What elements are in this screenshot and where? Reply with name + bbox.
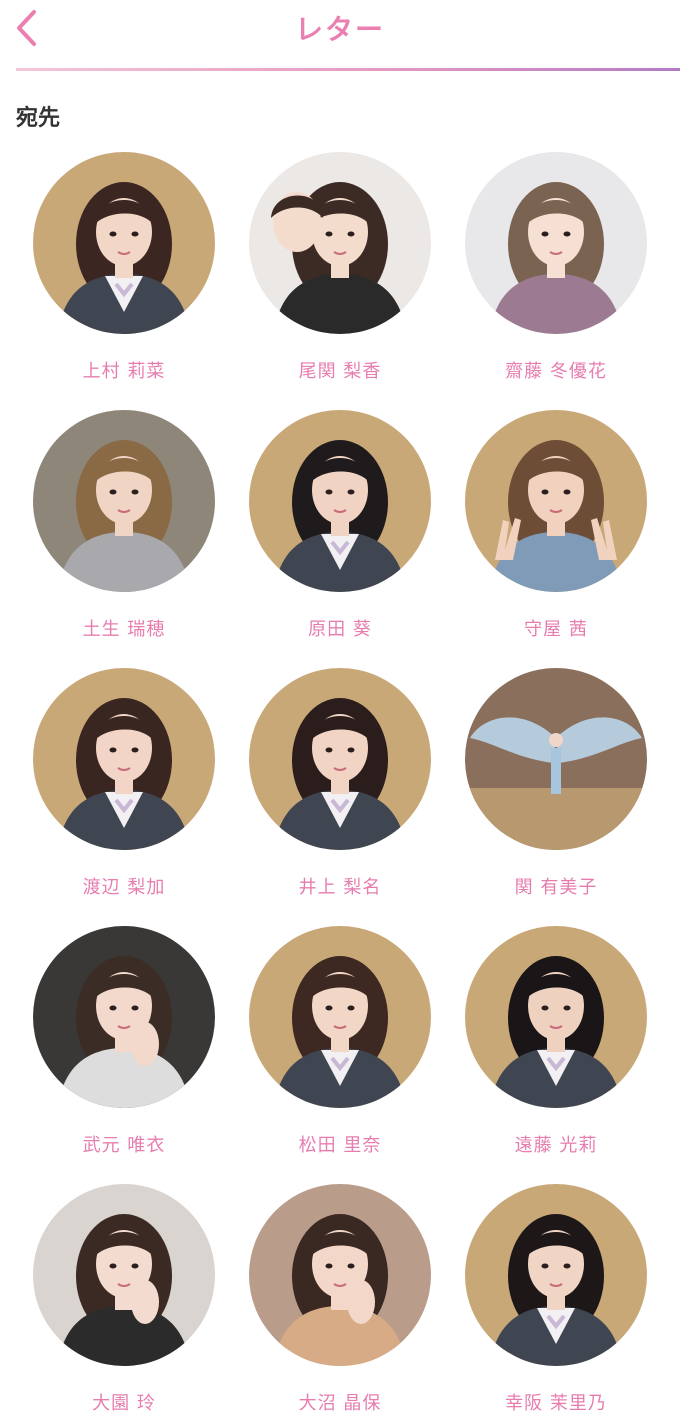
member-avatar[interactable] (465, 410, 647, 592)
member-avatar[interactable] (465, 1184, 647, 1366)
member-card[interactable]: 遠藤 光莉 (448, 926, 664, 1176)
member-name: 大沼 晶保 (298, 1393, 382, 1414)
member-name: 幸阪 茉里乃 (505, 1393, 607, 1414)
member-avatar[interactable] (33, 668, 215, 850)
member-avatar[interactable] (249, 152, 431, 334)
member-card[interactable]: 幸阪 茉里乃 (448, 1184, 664, 1427)
member-card[interactable]: 井上 梨名 (232, 668, 448, 918)
member-avatar[interactable] (33, 1184, 215, 1366)
member-card[interactable]: 武元 唯衣 (16, 926, 232, 1176)
member-avatar[interactable] (33, 926, 215, 1108)
member-card[interactable]: 渡辺 梨加 (16, 668, 232, 918)
member-card[interactable]: 守屋 茜 (448, 410, 664, 660)
member-avatar[interactable] (33, 152, 215, 334)
letter-screen: レター 宛先 上村 莉菜 尾関 梨香 齋藤 冬優花土生 瑞穂 原田 葵 守屋 茜渡辺 梨… (0, 0, 680, 1427)
member-name: 大園 玲 (92, 1393, 156, 1414)
member-name: 関 有美子 (514, 877, 598, 898)
member-card[interactable]: 原田 葵 (232, 410, 448, 660)
member-name: 武元 唯衣 (82, 1135, 166, 1156)
member-card[interactable]: 関 有美子 (448, 668, 664, 918)
member-name: 井上 梨名 (298, 877, 382, 898)
member-name: 齋藤 冬優花 (505, 361, 607, 382)
member-avatar[interactable] (249, 1184, 431, 1366)
member-name: 遠藤 光莉 (514, 1135, 598, 1156)
member-name: 守屋 茜 (524, 619, 588, 640)
member-name: 原田 葵 (308, 619, 372, 640)
member-card[interactable]: 大園 玲 (16, 1184, 232, 1427)
member-name: 松田 里奈 (298, 1135, 382, 1156)
member-card[interactable]: 土生 瑞穂 (16, 410, 232, 660)
member-avatar[interactable] (249, 668, 431, 850)
member-card[interactable]: 松田 里奈 (232, 926, 448, 1176)
member-name: 尾関 梨香 (298, 361, 382, 382)
member-card[interactable]: 大沼 晶保 (232, 1184, 448, 1427)
member-avatar[interactable] (465, 152, 647, 334)
member-avatar[interactable] (465, 668, 647, 850)
page-title: レター (294, 13, 385, 46)
member-card[interactable]: 齋藤 冬優花 (448, 152, 664, 402)
member-avatar[interactable] (33, 410, 215, 592)
member-avatar[interactable] (249, 926, 431, 1108)
member-card[interactable]: 上村 莉菜 (16, 152, 232, 402)
header-divider (16, 68, 680, 71)
member-name: 渡辺 梨加 (82, 877, 166, 898)
member-card[interactable]: 尾関 梨香 (232, 152, 448, 402)
app-header: レター (0, 0, 680, 71)
member-avatar[interactable] (249, 410, 431, 592)
member-name: 土生 瑞穂 (82, 619, 166, 640)
member-name: 上村 莉菜 (82, 361, 166, 382)
recipient-section-label: 宛先 (16, 106, 61, 131)
member-avatar[interactable] (465, 926, 647, 1108)
